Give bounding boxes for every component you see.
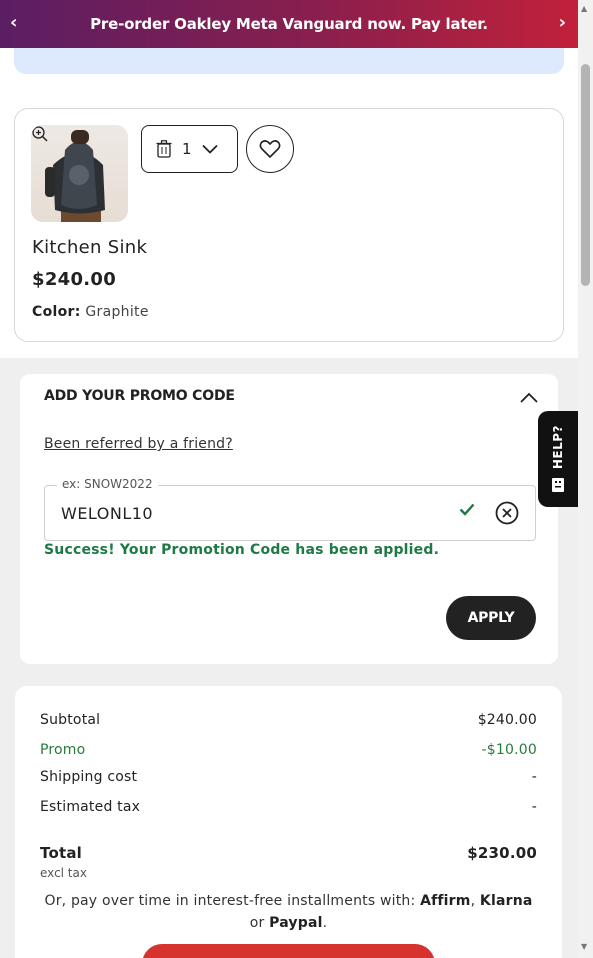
scroll-down-icon[interactable]: ▼ (581, 942, 587, 951)
promo-code-panel: ADD YOUR PROMO CODE Been referred by a f… (20, 374, 558, 664)
referral-link[interactable]: Been referred by a friend? (44, 436, 233, 452)
product-name[interactable]: Kitchen Sink (32, 237, 147, 258)
tax-row: Estimated tax - (40, 799, 537, 815)
scrollbar-thumb[interactable] (581, 64, 590, 286)
promo-label: Promo (40, 742, 86, 758)
chevron-right-icon[interactable]: › (559, 12, 566, 33)
klarna-label: Klarna (479, 893, 533, 909)
shipping-row: Shipping cost - (40, 769, 537, 785)
promo-code-field[interactable]: ex: SNOW2022 (44, 477, 536, 541)
zoom-icon[interactable] (31, 125, 49, 143)
scroll-up-icon[interactable]: ▲ (581, 4, 587, 13)
tax-value: - (531, 799, 537, 815)
chat-icon (552, 478, 564, 493)
product-card: 1 Kitchen Sink $240.00 Color: Graphite (14, 108, 564, 342)
affirm-label: Affirm (420, 893, 471, 909)
shipping-value: - (531, 769, 537, 785)
chevron-up-icon[interactable] (520, 392, 538, 403)
quantity-value: 1 (182, 140, 192, 158)
separator: or (249, 915, 270, 931)
total-label: Total (40, 844, 82, 862)
subtotal-value: $240.00 (477, 712, 537, 728)
info-strip (14, 48, 564, 74)
shipping-label: Shipping cost (40, 769, 138, 785)
separator: . (322, 915, 328, 931)
tax-label: Estimated tax (40, 799, 141, 815)
promo-field-legend: ex: SNOW2022 (57, 477, 158, 491)
color-label: Color: (32, 304, 81, 320)
subtotal-label: Subtotal (40, 712, 101, 728)
banner-text[interactable]: Pre-order Oakley Meta Vanguard now. Pay … (90, 15, 488, 33)
trash-icon[interactable] (156, 140, 172, 158)
promo-success-message: Success! Your Promotion Code has been ap… (44, 542, 440, 558)
quantity-selector[interactable]: 1 (141, 125, 238, 173)
wishlist-button[interactable] (246, 125, 294, 173)
help-tab[interactable]: HELP? (538, 411, 578, 507)
color-value: Graphite (85, 304, 149, 320)
scrollbar[interactable]: ▲ ▼ (578, 0, 593, 958)
promo-value: -$10.00 (481, 742, 537, 758)
total-row: Total $230.00 (40, 844, 537, 862)
promo-title[interactable]: ADD YOUR PROMO CODE (44, 388, 235, 404)
product-price: $240.00 (32, 269, 117, 290)
apply-button[interactable]: APPLY (446, 596, 536, 640)
paypal-label: Paypal (269, 915, 323, 931)
installments-prefix: Or, pay over time in interest-free insta… (44, 893, 421, 909)
product-color: Color: Graphite (32, 304, 149, 320)
promo-banner[interactable]: ‹ Pre-order Oakley Meta Vanguard now. Pa… (0, 0, 578, 48)
subtotal-row: Subtotal $240.00 (40, 712, 537, 728)
chevron-down-icon[interactable] (201, 144, 218, 154)
excl-tax-note: excl tax (40, 866, 87, 880)
product-image[interactable] (31, 125, 128, 222)
separator: , (470, 893, 480, 909)
order-summary: Subtotal $240.00 Promo -$10.00 Shipping … (15, 686, 562, 958)
heart-icon (259, 140, 281, 158)
help-label: HELP? (551, 424, 565, 470)
promo-code-input[interactable] (61, 500, 431, 526)
chevron-left-icon[interactable]: ‹ (10, 12, 17, 33)
check-icon (459, 503, 475, 516)
total-value: $230.00 (467, 844, 537, 862)
installments-note: Or, pay over time in interest-free insta… (15, 890, 562, 934)
promo-row: Promo -$10.00 (40, 742, 537, 758)
checkout-button[interactable] (142, 944, 435, 958)
clear-icon[interactable] (495, 501, 519, 525)
